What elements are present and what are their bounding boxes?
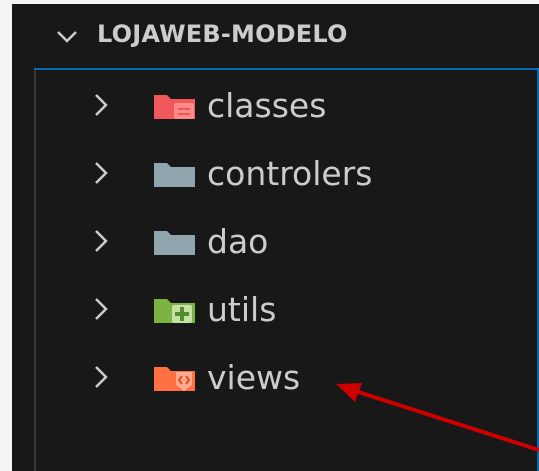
chevron-right-icon[interactable] [93,297,109,321]
explorer-panel: LOJAWEB-MODELO classes controlers dao ut… [12,4,539,471]
tree-item-label: classes [207,86,327,125]
focus-border-top [34,68,539,70]
chevron-right-icon[interactable] [93,161,109,185]
project-title: LOJAWEB-MODELO [97,20,348,48]
chevron-down-icon[interactable] [56,30,78,44]
tree-item-label: views [207,358,301,397]
tree-item-utils[interactable]: utils [34,276,514,342]
explorer-header[interactable]: LOJAWEB-MODELO [12,4,539,68]
chevron-right-icon[interactable] [93,229,109,253]
tree-item-classes[interactable]: classes [34,72,514,138]
chevron-right-icon[interactable] [93,93,109,117]
chevron-right-icon[interactable] [93,365,109,389]
tree-item-label: utils [207,290,277,329]
tree-item-controlers[interactable]: controlers [34,140,514,206]
tree-item-label: dao [207,222,269,261]
folder-utils-icon [154,299,195,323]
folder-views-icon [154,367,195,391]
folder-icon [154,231,195,255]
folder-classes-icon [154,95,195,119]
folder-icon [154,163,195,187]
tree-item-views[interactable]: views [34,344,514,410]
tree-item-dao[interactable]: dao [34,208,514,274]
tree-item-label: controlers [207,154,373,193]
